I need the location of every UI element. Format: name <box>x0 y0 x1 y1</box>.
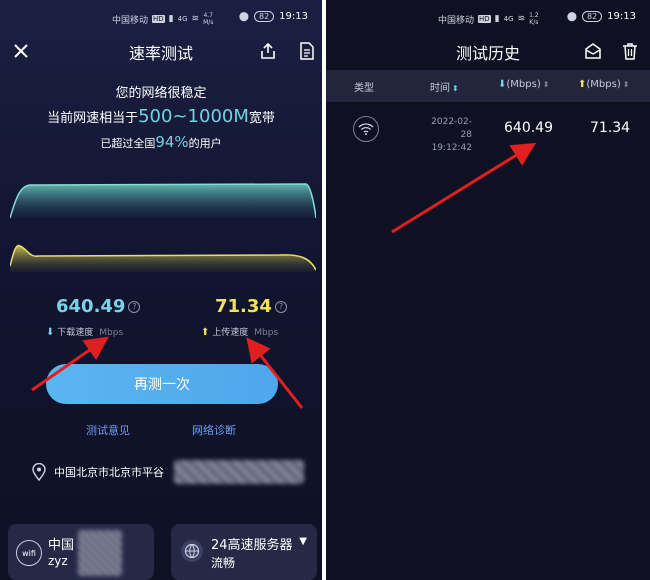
history-top-bar: 测试历史 <box>326 34 650 70</box>
row-download: 640.49 <box>504 120 553 136</box>
net-speed-right: 1.2 K/s <box>529 12 539 26</box>
location-row: 中国北京市北京市平谷 <box>32 460 304 484</box>
stability-headline: 您的网络很稳定 <box>115 86 207 101</box>
share-icon <box>261 42 275 59</box>
download-metric: 640.49? ⬇ 下载速度 Mbps <box>46 296 141 338</box>
signal-icon: ▮ <box>168 14 174 24</box>
feedback-link[interactable]: 测试意见 <box>86 422 130 438</box>
equivalent-bandwidth: 当前网速相当于500~1000M宽带 <box>0 106 322 127</box>
exceed-suffix: 的用户 <box>188 137 222 150</box>
redacted-network-name <box>78 530 122 576</box>
network-ssid: zyz <box>48 554 68 568</box>
location-status-icon-right: ⬤ <box>566 11 577 22</box>
col-download[interactable]: ⬇(Mbps) ⬍ <box>498 79 549 90</box>
retest-button[interactable]: 再测一次 <box>46 364 278 404</box>
server-status: 流畅 <box>211 556 236 570</box>
col-time-label: 时间 <box>430 83 450 94</box>
mail-button[interactable] <box>580 38 606 64</box>
network-card[interactable]: wifi 中国 zyz <box>8 524 154 580</box>
envelope-icon <box>585 43 601 59</box>
col-download-unit: (Mbps) <box>506 79 541 90</box>
speed-graph <box>10 183 316 272</box>
history-row[interactable]: 2022-02-28 19:12:42 640.49 71.34 <box>326 110 650 153</box>
history-screen: 中国移动 HD ▮ 4G ≋ 1.2 K/s ⬤ 82 19:13 测试历史 类… <box>326 0 650 580</box>
upload-label: 上传速度 <box>212 328 249 338</box>
upload-value: 71.34 <box>215 296 272 317</box>
row-upload: 71.34 <box>590 120 631 136</box>
trash-icon <box>623 43 637 60</box>
sort-time-icon: ⬍ <box>452 84 459 93</box>
download-arrow-icon: ⬇ <box>46 327 55 338</box>
row-datetime: 2022-02-28 19:12:42 <box>422 116 472 155</box>
carrier-label-right: 中国移动 <box>438 15 475 26</box>
battery-indicator: 82 <box>253 11 275 22</box>
diagnose-link[interactable]: 网络诊断 <box>192 422 236 438</box>
battery-indicator-right: 82 <box>581 11 603 22</box>
document-icon <box>300 42 314 60</box>
wifi-badge-icon: wifi <box>16 540 42 566</box>
col-upload-unit: (Mbps) <box>586 79 621 90</box>
signal-tag: 4G <box>177 15 188 23</box>
upload-arrow-icon: ⬆ <box>201 327 210 338</box>
network-name: 中国 <box>48 538 75 553</box>
net-speed: 4.7 M/s <box>203 12 213 26</box>
percentile-text: 已超过全国94%的用户 <box>0 133 322 151</box>
equivalent-suffix: 宽带 <box>248 111 275 126</box>
col-type: 类型 <box>354 83 374 94</box>
signal-icon-right: ▮ <box>494 14 500 24</box>
dropdown-triangle-icon[interactable]: ▼ <box>299 536 307 547</box>
exceed-percent: 94% <box>155 133 189 151</box>
col-time[interactable]: 时间 ⬍ <box>430 79 459 94</box>
speed-test-screen: 中国移动 HD ▮ 4G ≋ 4.7 M/s ⬤ 82 19:13 速率测试 您… <box>0 0 322 580</box>
net-speed-unit: M/s <box>203 19 214 26</box>
net-speed-unit-right: K/s <box>529 19 539 26</box>
exceed-prefix: 已超过全国 <box>100 137 156 150</box>
hd-tag-right: HD <box>478 15 491 23</box>
hd-tag: HD <box>152 15 165 23</box>
sort-download-icon: ⬍ <box>542 80 550 89</box>
server-name: 24高速服务器 <box>211 538 293 553</box>
share-button[interactable] <box>255 38 281 64</box>
row-date: 2022-02-28 <box>431 117 472 140</box>
download-unit: Mbps <box>99 328 124 338</box>
status-bar: 中国移动 HD ▮ 4G ≋ 4.7 M/s ⬤ 82 19:13 <box>0 0 322 34</box>
top-bar: 速率测试 <box>0 34 322 70</box>
sort-upload-icon: ⬍ <box>622 80 630 89</box>
download-label: 下载速度 <box>57 328 94 338</box>
globe-icon <box>181 540 203 562</box>
upload-unit: Mbps <box>254 328 279 338</box>
status-left: 中国移动 HD ▮ 4G ≋ 4.7 M/s <box>112 12 213 26</box>
history-table-header: 类型 时间 ⬍ ⬇(Mbps) ⬍ ⬆(Mbps) ⬍ <box>326 70 650 102</box>
location-text: 中国北京市北京市平谷 <box>54 466 164 479</box>
download-help-icon[interactable]: ? <box>128 301 141 313</box>
status-time-right: 19:13 <box>607 11 636 22</box>
location-pin-icon <box>32 463 46 481</box>
wifi-status-icon: ≋ <box>191 14 200 24</box>
location-status-icon: ⬤ <box>238 11 249 22</box>
wifi-status-icon-right: ≋ <box>517 14 526 24</box>
col-upload[interactable]: ⬆(Mbps) ⬍ <box>578 79 629 90</box>
status-right-right: ⬤ 82 19:13 <box>567 11 636 22</box>
delete-button[interactable] <box>617 38 643 64</box>
carrier-label: 中国移动 <box>112 15 149 26</box>
net-speed-value: 4.7 <box>203 12 213 19</box>
server-card[interactable]: 24高速服务器 流畅 ▼ <box>171 524 317 580</box>
equivalent-prefix: 当前网速相当于 <box>47 111 139 126</box>
status-time: 19:13 <box>279 11 308 22</box>
status-left-right: 中国移动 HD ▮ 4G ≋ 1.2 K/s <box>438 12 539 26</box>
upload-graph-area <box>10 245 316 272</box>
download-graph-area <box>10 184 316 218</box>
history-button[interactable] <box>294 38 320 64</box>
equivalent-range: 500~1000M <box>138 106 249 127</box>
signal-tag-right: 4G <box>503 15 514 23</box>
row-time: 19:12:42 <box>431 143 472 153</box>
redacted-address <box>174 460 304 484</box>
net-speed-value-right: 1.2 <box>529 12 539 19</box>
download-value: 640.49 <box>56 296 126 317</box>
upload-help-icon[interactable]: ? <box>274 301 287 313</box>
status-bar-right: 中国移动 HD ▮ 4G ≋ 1.2 K/s ⬤ 82 19:13 <box>326 0 650 34</box>
wifi-icon <box>353 116 379 142</box>
status-right: ⬤ 82 19:13 <box>239 11 308 22</box>
upload-metric: 71.34? ⬆ 上传速度 Mbps <box>201 296 287 338</box>
